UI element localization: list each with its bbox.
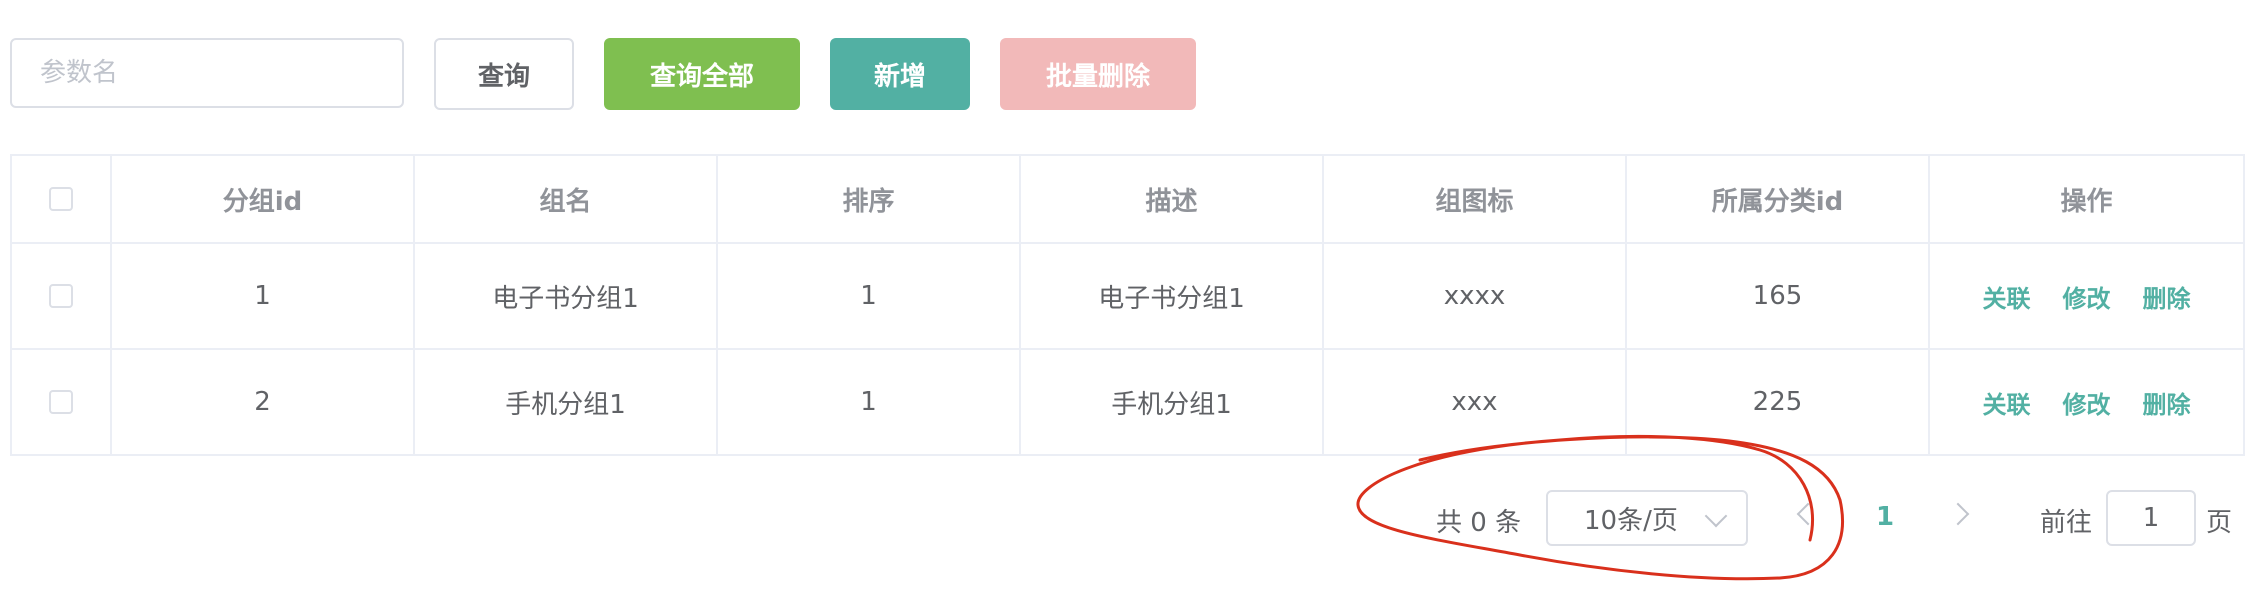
table-row: 2 手机分组1 1 手机分组1 xxx 225 关联 修改 删除 xyxy=(12,350,2243,454)
chevron-down-icon xyxy=(1704,504,1728,528)
cell-description: 电子书分组1 xyxy=(1021,244,1324,348)
cell-sort: 1 xyxy=(718,244,1021,348)
chevron-left-icon[interactable] xyxy=(1796,502,1820,526)
page-unit-label: 页 xyxy=(2206,508,2233,538)
edit-button[interactable]: 修改 xyxy=(2063,279,2111,314)
batch-delete-button[interactable]: 批量删除 xyxy=(1000,38,1196,110)
row-select-cell xyxy=(12,244,112,348)
cell-group-icon: xxx xyxy=(1324,350,1627,454)
column-header-description: 描述 xyxy=(1021,156,1324,242)
page-size-value: 10条/页 xyxy=(1584,505,1678,536)
cell-group-name: 手机分组1 xyxy=(415,350,718,454)
chevron-right-icon[interactable] xyxy=(1946,502,1970,526)
row-checkbox[interactable] xyxy=(49,284,73,308)
cell-group-id: 1 xyxy=(112,244,415,348)
cell-catelog-id: 225 xyxy=(1627,350,1930,454)
cell-group-id: 2 xyxy=(112,350,415,454)
total-count: 共 0 条 xyxy=(1436,508,1522,538)
delete-button[interactable]: 删除 xyxy=(2143,279,2191,314)
page-size-select[interactable]: 10条/页 xyxy=(1546,490,1748,546)
add-button[interactable]: 新增 xyxy=(830,38,970,110)
cell-catelog-id: 165 xyxy=(1627,244,1930,348)
cell-sort: 1 xyxy=(718,350,1021,454)
select-all-cell xyxy=(12,156,112,242)
link-relation-button[interactable]: 关联 xyxy=(1983,385,2031,420)
goto-label: 前往 xyxy=(2040,508,2093,538)
cell-actions: 关联 修改 删除 xyxy=(1930,350,2243,454)
page-number-current[interactable]: 1 xyxy=(1876,502,1894,532)
column-header-actions: 操作 xyxy=(2060,186,2113,217)
cell-description: 手机分组1 xyxy=(1021,350,1324,454)
delete-button[interactable]: 删除 xyxy=(2143,385,2191,420)
goto-page-input[interactable] xyxy=(2106,490,2196,546)
column-header-group-name: 组名 xyxy=(415,156,718,242)
row-select-cell xyxy=(12,350,112,454)
edit-button[interactable]: 修改 xyxy=(2063,385,2111,420)
query-button[interactable]: 查询 xyxy=(434,38,574,110)
select-all-checkbox[interactable] xyxy=(49,187,73,211)
attr-group-table: 分组id 组名 排序 描述 组图标 所属分类id 操作 1 电子书分组1 1 电… xyxy=(10,154,2245,456)
column-header-catelog-id: 所属分类id xyxy=(1627,156,1930,242)
column-header-sort: 排序 xyxy=(718,156,1021,242)
link-relation-button[interactable]: 关联 xyxy=(1983,279,2031,314)
table-header-row: 分组id 组名 排序 描述 组图标 所属分类id 操作 xyxy=(12,156,2243,244)
param-name-search-input[interactable] xyxy=(10,38,404,108)
pagination: 共 0 条 10条/页 1 前往 页 xyxy=(0,490,2258,546)
column-header-group-icon: 组图标 xyxy=(1324,156,1627,242)
cell-actions: 关联 修改 删除 xyxy=(1930,244,2243,348)
cell-group-name: 电子书分组1 xyxy=(415,244,718,348)
column-header-group-id: 分组id xyxy=(112,156,415,242)
cell-group-icon: xxxx xyxy=(1324,244,1627,348)
row-checkbox[interactable] xyxy=(49,390,73,414)
query-all-button[interactable]: 查询全部 xyxy=(604,38,800,110)
table-row: 1 电子书分组1 1 电子书分组1 xxxx 165 关联 修改 删除 xyxy=(12,244,2243,350)
